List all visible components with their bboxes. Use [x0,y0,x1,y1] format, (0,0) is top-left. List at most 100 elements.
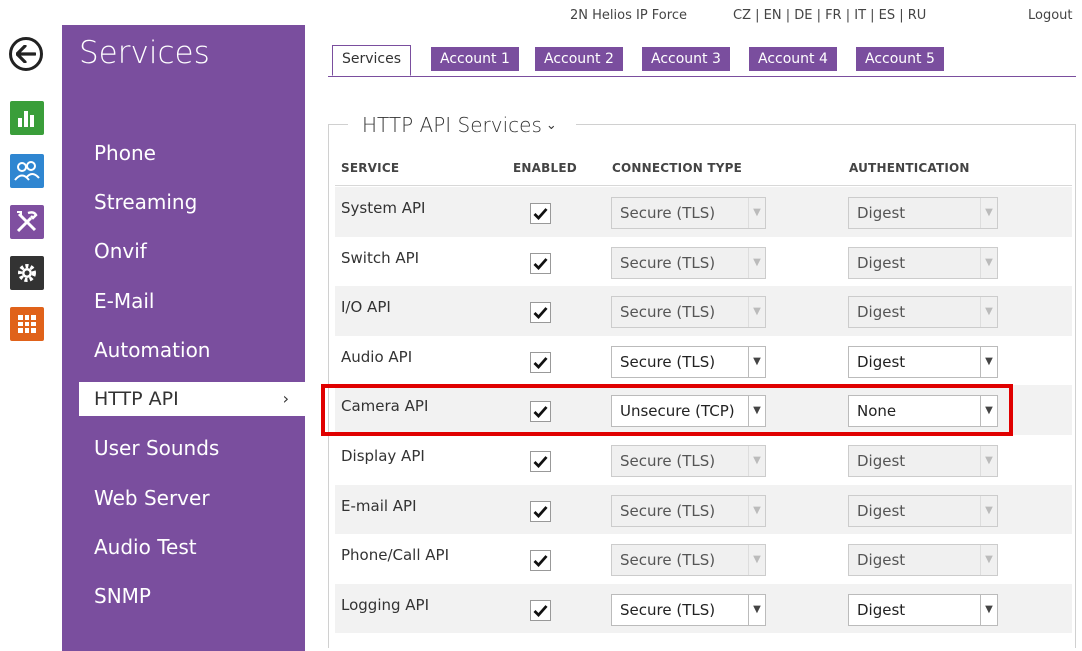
sidebar-item-user-sounds[interactable]: User Sounds [62,431,305,465]
tab-account-4[interactable]: Account 4 [749,47,837,71]
authentication-select[interactable]: Digest ▼ [848,345,998,378]
chevron-down-icon: ▼ [748,495,765,526]
connection-type-value: Unsecure (TCP) [620,402,735,421]
sidebar-item-phone[interactable]: Phone [62,136,305,170]
connection-type-select[interactable]: Unsecure (TCP) ▼ [611,395,766,428]
directory-users-icon[interactable] [10,154,44,188]
enabled-checkbox[interactable] [530,302,551,324]
tab-bar: Services Account 1 Account 2 Account 3 A… [328,45,1076,77]
tab-account-3[interactable]: Account 3 [642,47,730,71]
sidebar-item-automation[interactable]: Automation [62,333,305,367]
connection-type-select[interactable]: Secure (TLS) ▼ [611,345,766,378]
authentication-value: Digest [857,600,906,619]
tab-account-1[interactable]: Account 1 [431,47,519,71]
hardware-tools-icon[interactable] [10,205,44,239]
column-header-authentication: AUTHENTICATION [849,161,970,175]
tab-account-5[interactable]: Account 5 [856,47,944,71]
chevron-down-icon: ▼ [980,297,997,328]
enabled-checkbox[interactable] [530,401,551,423]
connection-type-select[interactable]: Secure (TLS) ▼ [611,445,766,477]
connection-type-value: Secure (TLS) [620,303,716,322]
status-chart-icon[interactable] [10,101,44,135]
authentication-select[interactable]: Digest ▼ [848,593,998,626]
table-row: Display API Secure (TLS) ▼ Digest ▼ [335,435,1072,485]
chevron-down-icon: ▼ [980,247,997,278]
chevron-down-icon: ▼ [980,495,997,526]
enabled-checkbox[interactable] [530,500,551,522]
section-header[interactable]: HTTP API Services ⌄ [362,113,557,137]
enabled-checkbox[interactable] [530,351,551,373]
enabled-checkbox[interactable] [530,203,551,224]
connection-type-select[interactable]: Secure (TLS) ▼ [611,544,766,577]
chevron-down-icon: ▼ [980,594,997,625]
connection-type-select[interactable]: Secure (TLS) ▼ [611,296,766,329]
authentication-select[interactable]: Digest ▼ [848,197,998,229]
chevron-down-icon: ▼ [748,198,765,228]
sidebar-item-web-server[interactable]: Web Server [62,481,305,515]
authentication-select[interactable]: Digest ▼ [848,445,998,477]
chevron-down-icon: ⌄ [545,118,557,133]
sidebar-item-snmp[interactable]: SNMP [62,579,305,613]
checkmark-icon [533,208,548,220]
connection-type-value: Secure (TLS) [620,501,716,520]
section-border [1075,124,1076,648]
device-name: 2N Helios IP Force [570,8,687,23]
authentication-value: None [857,402,897,421]
table-row: Switch API Secure (TLS) ▼ Digest ▼ [335,237,1072,287]
authentication-select[interactable]: Digest ▼ [848,246,998,279]
chevron-down-icon: ▼ [748,594,765,625]
service-name: Audio API [341,347,413,366]
back-button[interactable] [9,37,43,71]
services-gear-icon[interactable] [10,256,44,290]
sidebar-item-email[interactable]: E-Mail [62,284,305,318]
chevron-down-icon: ▼ [980,346,997,377]
section-border [328,124,329,648]
connection-type-select[interactable]: Secure (TLS) ▼ [611,246,766,279]
connection-type-select[interactable]: Secure (TLS) ▼ [611,494,766,527]
checkmark-icon [533,307,548,320]
connection-type-select[interactable]: Secure (TLS) ▼ [611,197,766,229]
checkmark-icon [533,406,548,419]
enabled-checkbox[interactable] [530,599,551,621]
logout-link[interactable]: Logout [1028,8,1073,23]
service-name: Camera API [341,397,429,416]
sidebar: Services Phone Streaming Onvif E-Mail Au… [62,25,305,651]
table-row: Phone/Call API Secure (TLS) ▼ Digest ▼ [335,534,1072,584]
tab-services[interactable]: Services [332,45,412,76]
authentication-select[interactable]: None ▼ [848,395,998,428]
authentication-value: Digest [857,253,906,272]
service-name: Display API [341,447,425,465]
service-name: Logging API [341,595,430,614]
authentication-value: Digest [857,551,906,570]
authentication-value: Digest [857,204,906,222]
language-selector[interactable]: CZ | EN | DE | FR | IT | ES | RU [733,8,926,23]
system-grid-icon[interactable] [10,307,44,341]
chevron-down-icon: ▼ [748,545,765,576]
chevron-down-icon: ▼ [980,396,997,427]
sidebar-item-audio-test[interactable]: Audio Test [62,530,305,564]
chevron-down-icon: ▼ [980,198,997,228]
enabled-checkbox[interactable] [530,252,551,274]
service-name: Phone/Call API [341,546,450,565]
sidebar-item-onvif[interactable]: Onvif [62,234,305,268]
enabled-checkbox[interactable] [530,451,551,472]
checkmark-icon [533,555,548,568]
authentication-select[interactable]: Digest ▼ [848,544,998,577]
chevron-down-icon: ▼ [980,545,997,576]
chevron-down-icon: ▼ [748,297,765,328]
authentication-select[interactable]: Digest ▼ [848,494,998,527]
tab-account-2[interactable]: Account 2 [535,47,623,71]
enabled-checkbox[interactable] [530,550,551,572]
chevron-down-icon: ▼ [748,247,765,278]
sidebar-item-streaming[interactable]: Streaming [62,185,305,219]
service-name: E-mail API [341,496,417,515]
sidebar-item-label: HTTP API [94,388,179,410]
connection-type-select[interactable]: Secure (TLS) ▼ [611,593,766,626]
connection-type-value: Secure (TLS) [620,551,716,570]
sidebar-item-http-api[interactable]: HTTP API › [79,382,305,416]
authentication-value: Digest [857,303,906,322]
authentication-select[interactable]: Digest ▼ [848,296,998,329]
column-header-connection-type: CONNECTION TYPE [612,161,743,175]
table-row: System API Secure (TLS) ▼ Digest ▼ [335,187,1072,237]
column-header-enabled: ENABLED [513,161,577,175]
